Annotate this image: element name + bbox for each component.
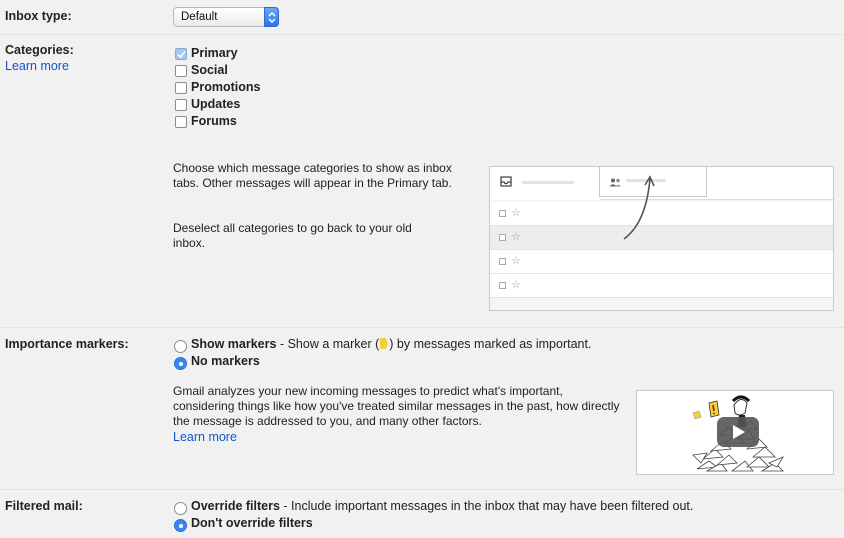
dont-override-filters-title: Don't override filters: [191, 516, 313, 530]
preview-mail-row: ☆: [490, 274, 833, 298]
categories-label: Categories:: [5, 43, 74, 57]
show-markers-title: Show markers: [191, 337, 277, 351]
importance-markers-label: Importance markers:: [5, 337, 129, 351]
checkbox-promotions[interactable]: [175, 82, 187, 94]
preview-tab-line: [522, 181, 574, 184]
checkbox-social[interactable]: [175, 65, 187, 77]
play-icon[interactable]: [717, 417, 759, 450]
preview-primary-tab: [490, 167, 600, 200]
checkbox-primary[interactable]: [175, 48, 187, 60]
categories-description: Choose which message categories to show …: [173, 161, 452, 190]
preview-mail-row: ☆: [490, 202, 833, 226]
inbox-icon: [500, 176, 512, 190]
dont-override-filters-radio[interactable]: [174, 519, 187, 532]
preview-tab-bar: [490, 167, 833, 200]
checkbox-updates[interactable]: [175, 99, 187, 111]
no-markers-text: No markers: [191, 354, 260, 368]
preview-checkbox: [499, 282, 506, 289]
category-promotions-label: Promotions: [191, 80, 261, 94]
arrow-icon: [618, 173, 658, 246]
preview-checkbox: [499, 210, 506, 217]
star-icon: ☆: [511, 255, 521, 267]
categories-learn-more-link[interactable]: Learn more: [5, 59, 69, 73]
inbox-type-select[interactable]: Default: [173, 7, 279, 27]
inbox-type-selected-value: Default: [181, 11, 218, 23]
no-markers-radio[interactable]: [174, 357, 187, 370]
category-forums-label: Forums: [191, 114, 237, 128]
importance-video-thumbnail[interactable]: [636, 390, 834, 475]
override-filters-desc: - Include important messages in the inbo…: [279, 499, 694, 513]
category-social-label: Social: [191, 63, 228, 77]
filtered-mail-label: Filtered mail:: [5, 499, 83, 513]
star-icon: ☆: [511, 231, 521, 243]
importance-learn-more-link[interactable]: Learn more: [173, 430, 237, 444]
checkbox-forums[interactable]: [175, 116, 187, 128]
preview-checkbox: [499, 258, 506, 265]
importance-description: Gmail analyzes your new incoming message…: [173, 384, 620, 428]
show-markers-radio[interactable]: [174, 340, 187, 353]
importance-marker-icon: [380, 338, 389, 349]
inbox-type-label: Inbox type:: [5, 9, 72, 23]
category-updates-label: Updates: [191, 97, 241, 111]
star-icon: ☆: [511, 207, 521, 219]
preview-checkbox: [499, 234, 506, 241]
filtered-mail-row: Filtered mail: Override filters - Includ…: [0, 490, 844, 538]
show-markers-desc-before: - Show a marker (: [276, 337, 380, 351]
select-updown-icon[interactable]: [264, 7, 279, 27]
inbox-type-row: Inbox type: Default: [0, 0, 844, 35]
no-markers-title: No markers: [191, 354, 260, 368]
override-filters-radio[interactable]: [174, 502, 187, 515]
star-icon: ☆: [511, 279, 521, 291]
categories-deselect-note: Deselect all categories to go back to yo…: [173, 221, 412, 250]
inbox-tabs-preview: ☆ ☆ ☆ ☆: [489, 166, 834, 311]
preview-mail-row: ☆: [490, 226, 833, 250]
preview-mail-row: ☆: [490, 250, 833, 274]
category-primary-label: Primary: [191, 46, 238, 60]
override-filters-title: Override filters: [191, 499, 280, 513]
show-markers-desc-after: ) by messages marked as important.: [389, 337, 592, 351]
dont-override-filters-text: Don't override filters: [191, 516, 313, 530]
override-filters-text: Override filters - Include important mes…: [191, 499, 693, 513]
show-markers-text: Show markers - Show a marker ( ) by messa…: [191, 337, 591, 351]
